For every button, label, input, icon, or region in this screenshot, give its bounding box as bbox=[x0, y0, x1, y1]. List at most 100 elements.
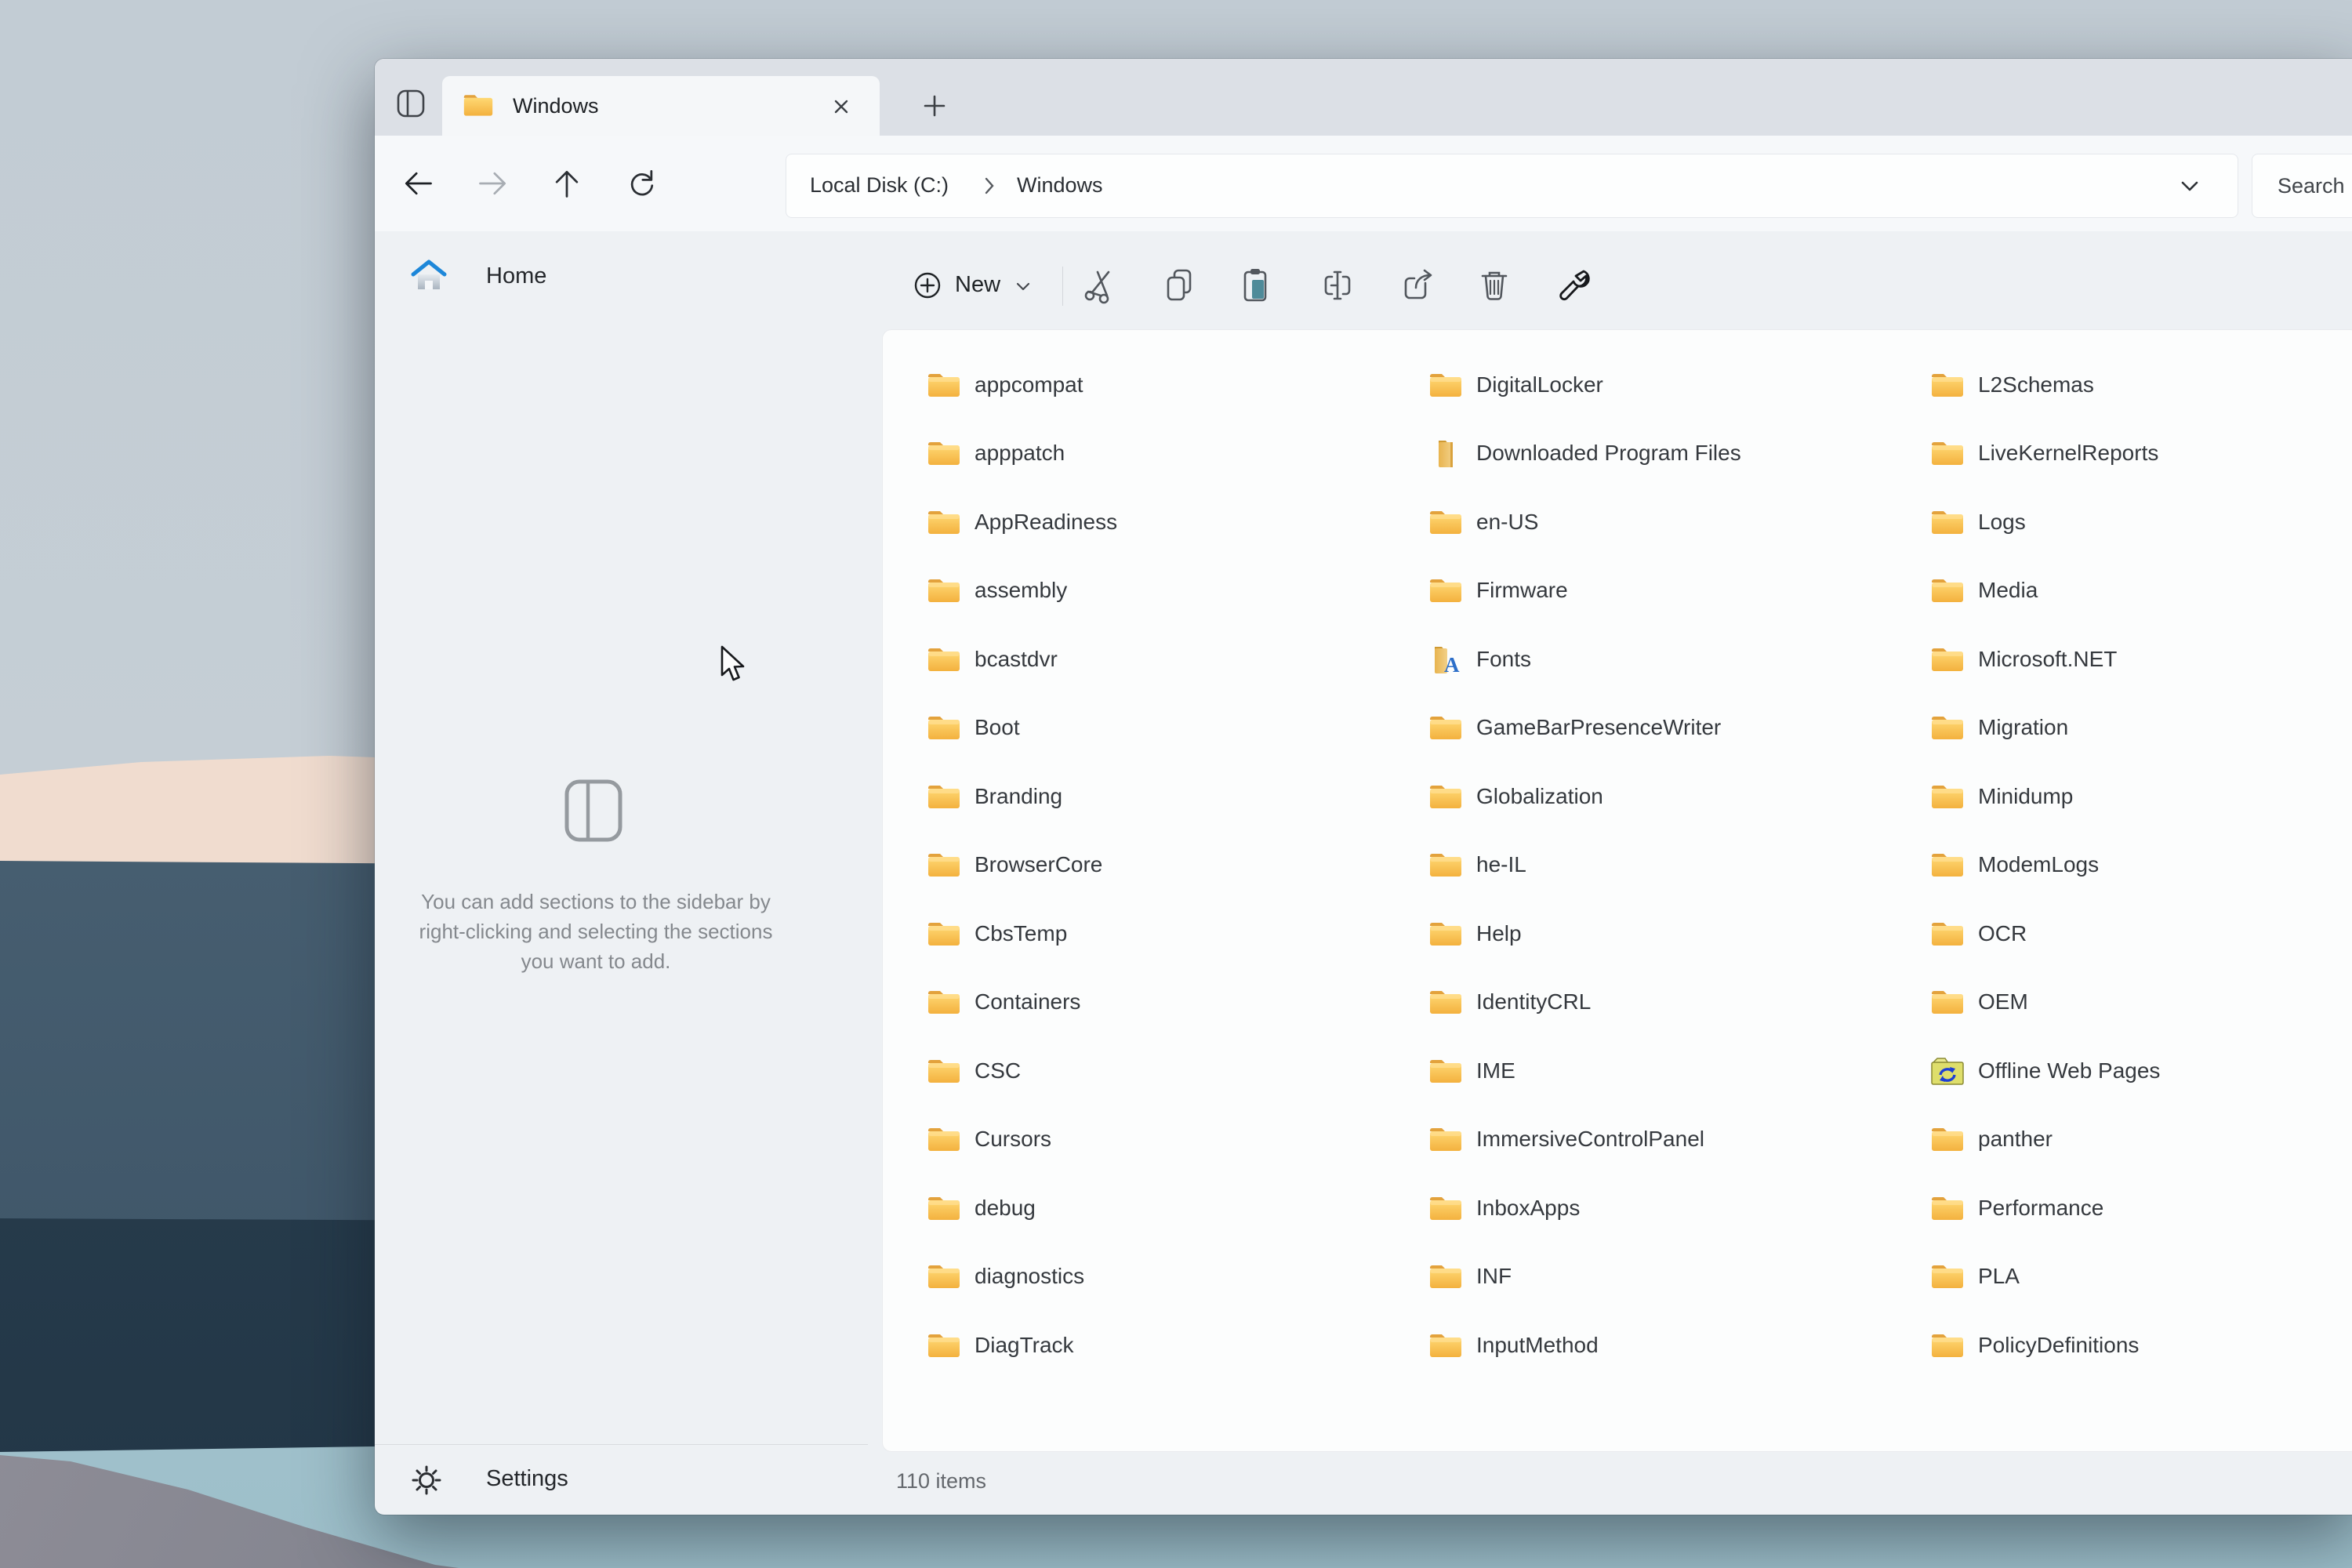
file-item[interactable]: assembly bbox=[926, 557, 1412, 626]
search-input[interactable] bbox=[2276, 154, 2352, 217]
file-item[interactable]: INF bbox=[1428, 1243, 1914, 1312]
file-name: CbsTemp bbox=[975, 921, 1067, 946]
file-item[interactable]: BrowserCore bbox=[926, 831, 1412, 900]
toolbar-divider bbox=[1062, 267, 1063, 306]
file-item[interactable]: CSC bbox=[926, 1036, 1412, 1105]
file-item[interactable]: AFonts bbox=[1428, 625, 1914, 694]
folder-icon bbox=[926, 851, 962, 879]
tab-close-button[interactable] bbox=[823, 89, 859, 125]
file-item[interactable]: InputMethod bbox=[1428, 1311, 1914, 1380]
file-name: InputMethod bbox=[1476, 1333, 1599, 1358]
file-item[interactable]: Firmware bbox=[1428, 557, 1914, 626]
file-item[interactable]: bcastdvr bbox=[926, 625, 1412, 694]
folder-icon bbox=[926, 1125, 962, 1153]
sidebar-toggle-button[interactable] bbox=[392, 85, 430, 122]
file-item[interactable]: Branding bbox=[926, 762, 1412, 831]
file-item[interactable]: Logs bbox=[1929, 488, 2352, 557]
up-button[interactable] bbox=[544, 161, 590, 206]
file-name: Cursors bbox=[975, 1127, 1051, 1152]
file-item[interactable]: apppatch bbox=[926, 419, 1412, 488]
file-item[interactable]: en-US bbox=[1428, 488, 1914, 557]
tools-button[interactable] bbox=[1544, 260, 1599, 310]
refresh-button[interactable] bbox=[619, 161, 664, 206]
file-item[interactable]: CbsTemp bbox=[926, 899, 1412, 968]
file-item[interactable]: AppReadiness bbox=[926, 488, 1412, 557]
file-item[interactable]: Performance bbox=[1929, 1174, 2352, 1243]
file-item[interactable]: Help bbox=[1428, 899, 1914, 968]
placeholder-line: you want to add. bbox=[384, 946, 808, 976]
file-item[interactable]: Migration bbox=[1929, 694, 2352, 763]
breadcrumb-local-disk[interactable]: Local Disk (C:) bbox=[810, 173, 949, 198]
file-name: DiagTrack bbox=[975, 1333, 1074, 1358]
file-item[interactable]: Microsoft.NET bbox=[1929, 625, 2352, 694]
delete-button[interactable] bbox=[1467, 260, 1522, 310]
plus-circle-icon bbox=[909, 267, 946, 307]
file-name: apppatch bbox=[975, 441, 1065, 466]
file-name: Downloaded Program Files bbox=[1476, 441, 1741, 466]
file-name: Boot bbox=[975, 715, 1020, 740]
file-item[interactable]: OCR bbox=[1929, 899, 2352, 968]
folder-icon bbox=[926, 371, 962, 399]
file-item[interactable]: Containers bbox=[926, 968, 1412, 1037]
sidebar-item-home[interactable]: Home bbox=[398, 251, 837, 303]
file-name: bcastdvr bbox=[975, 647, 1058, 672]
file-name: Performance bbox=[1978, 1196, 2103, 1221]
file-item[interactable]: PolicyDefinitions bbox=[1929, 1311, 2352, 1380]
file-item[interactable]: Offline Web Pages bbox=[1929, 1036, 2352, 1105]
sidebar-item-settings[interactable]: Settings bbox=[398, 1456, 837, 1504]
file-item[interactable]: GameBarPresenceWriter bbox=[1428, 694, 1914, 763]
file-name: Media bbox=[1978, 578, 2038, 603]
file-item[interactable]: DigitalLocker bbox=[1428, 350, 1914, 419]
file-item[interactable]: Globalization bbox=[1428, 762, 1914, 831]
paste-icon bbox=[1237, 266, 1276, 305]
file-item[interactable]: ModemLogs bbox=[1929, 831, 2352, 900]
folder-icon bbox=[926, 1262, 962, 1290]
folder-icon bbox=[1428, 576, 1464, 604]
file-item[interactable]: ImmersiveControlPanel bbox=[1428, 1105, 1914, 1174]
file-item[interactable]: LiveKernelReports bbox=[1929, 419, 2352, 488]
file-item[interactable]: diagnostics bbox=[926, 1243, 1412, 1312]
file-name: PolicyDefinitions bbox=[1978, 1333, 2139, 1358]
file-item[interactable]: DiagTrack bbox=[926, 1311, 1412, 1380]
address-bar[interactable]: Local Disk (C:) Windows bbox=[786, 154, 2238, 218]
back-button[interactable] bbox=[395, 161, 441, 206]
file-item[interactable]: Cursors bbox=[926, 1105, 1412, 1174]
file-name: Fonts bbox=[1476, 647, 1531, 672]
search-box[interactable] bbox=[2252, 154, 2352, 218]
cut-button[interactable] bbox=[1073, 260, 1127, 310]
file-item[interactable]: Minidump bbox=[1929, 762, 2352, 831]
paste-button[interactable] bbox=[1229, 260, 1284, 310]
file-item[interactable]: OEM bbox=[1929, 968, 2352, 1037]
file-item[interactable]: he-IL bbox=[1428, 831, 1914, 900]
file-item[interactable]: IdentityCRL bbox=[1428, 968, 1914, 1037]
folder-icon bbox=[926, 713, 962, 742]
folder-icon bbox=[1929, 576, 1965, 604]
file-item[interactable]: debug bbox=[926, 1174, 1412, 1243]
file-item[interactable]: Downloaded Program Files bbox=[1428, 419, 1914, 488]
file-item[interactable]: Boot bbox=[926, 694, 1412, 763]
file-name: Microsoft.NET bbox=[1978, 647, 2117, 672]
share-button[interactable] bbox=[1391, 260, 1446, 310]
file-explorer-window: Windows bbox=[375, 59, 2352, 1515]
rename-button[interactable] bbox=[1312, 260, 1367, 310]
file-item[interactable]: appcompat bbox=[926, 350, 1412, 419]
sidebar-settings-label: Settings bbox=[486, 1466, 568, 1492]
folder-icon bbox=[1929, 439, 1965, 467]
folder-icon bbox=[1929, 851, 1965, 879]
file-item[interactable]: L2Schemas bbox=[1929, 350, 2352, 419]
new-button[interactable]: New bbox=[902, 260, 1047, 310]
file-item[interactable]: panther bbox=[1929, 1105, 2352, 1174]
breadcrumb-windows[interactable]: Windows bbox=[1017, 173, 1103, 198]
file-item[interactable]: PLA bbox=[1929, 1243, 2352, 1312]
chevron-down-icon[interactable] bbox=[2176, 175, 2203, 201]
new-tab-button[interactable] bbox=[916, 87, 953, 125]
folder-icon bbox=[1929, 1125, 1965, 1153]
file-name: appcompat bbox=[975, 372, 1083, 397]
forward-button[interactable] bbox=[470, 161, 516, 206]
file-item[interactable]: InboxApps bbox=[1428, 1174, 1914, 1243]
copy-button[interactable] bbox=[1153, 260, 1208, 310]
tab-windows[interactable]: Windows bbox=[442, 76, 880, 136]
file-item[interactable]: IME bbox=[1428, 1036, 1914, 1105]
file-item[interactable]: Media bbox=[1929, 557, 2352, 626]
tab-title: Windows bbox=[513, 94, 599, 118]
